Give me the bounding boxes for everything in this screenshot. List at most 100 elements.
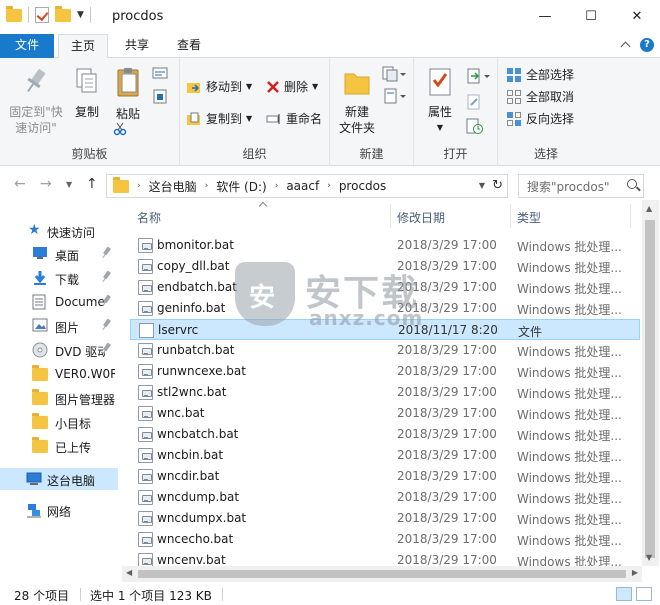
column-name[interactable]: 名称	[137, 209, 161, 226]
up-arrow-icon[interactable]: ↑	[86, 176, 98, 192]
breadcrumb-this-pc[interactable]: 这台电脑	[149, 178, 197, 195]
file-row[interactable]: lservrc 2018/11/17 8:20 文件	[130, 319, 640, 340]
breadcrumb-drive[interactable]: 软件 (D:)	[216, 178, 266, 195]
customize-toolbar-dropdown-icon[interactable]: ▼	[77, 10, 84, 20]
column-type[interactable]: 类型	[517, 209, 541, 226]
pinned-icon[interactable]	[102, 294, 112, 308]
file-date: 2018/3/29 17:00	[397, 511, 497, 525]
nav-item-folder[interactable]: 小目标	[0, 411, 118, 433]
large-icons-view-icon[interactable]	[636, 587, 652, 601]
file-row[interactable]: endbatch.bat 2018/3/29 17:00 Windows 批处理..…	[130, 277, 640, 298]
breadcrumb-separator-icon[interactable]: ›	[205, 181, 209, 191]
nav-item-desktop[interactable]: 桌面	[0, 243, 118, 265]
column-divider[interactable]	[390, 204, 391, 228]
file-row[interactable]: runbatch.bat 2018/3/29 17:00 Windows 批处理..…	[130, 340, 640, 361]
breadcrumb-separator-icon[interactable]: ›	[275, 181, 279, 191]
move-to-button[interactable]: 移动到 ▼	[186, 78, 252, 95]
copy-to-button[interactable]: 复制到 ▼	[186, 110, 252, 127]
file-row[interactable]: wncecho.bat 2018/3/29 17:00 Windows 批处理...	[130, 529, 640, 550]
file-row[interactable]: wncbin.bat 2018/3/29 17:00 Windows 批处理...	[130, 445, 640, 466]
tab-file[interactable]: 文件	[0, 34, 54, 58]
copy-label: 复制	[74, 105, 99, 119]
breadcrumb-separator-icon[interactable]: ›	[327, 181, 331, 191]
file-row[interactable]: wnc.bat 2018/3/29 17:00 Windows 批处理...	[130, 403, 640, 424]
properties-check-icon[interactable]	[35, 7, 49, 23]
recent-locations-dropdown-icon[interactable]: ▼	[66, 180, 72, 189]
back-arrow-icon[interactable]: ←	[14, 176, 26, 192]
nav-item-folder[interactable]: 图片管理器	[0, 387, 118, 409]
address-dropdown-icon[interactable]: ▼	[479, 181, 485, 190]
nav-this-pc[interactable]: 这台电脑	[0, 468, 118, 490]
pinned-icon[interactable]	[102, 342, 112, 356]
edit-icon[interactable]	[466, 94, 482, 110]
breadcrumb-procdos[interactable]: procdos	[339, 179, 386, 193]
paste-shortcut-icon[interactable]	[152, 88, 168, 104]
column-date[interactable]: 修改日期	[397, 209, 445, 226]
file-row[interactable]: runwncexe.bat 2018/3/29 17:00 Windows 批处理.…	[130, 361, 640, 382]
horizontal-scroll-thumb[interactable]	[138, 570, 626, 578]
select-none-button[interactable]: 全部取消	[506, 88, 574, 105]
file-row[interactable]: copy_dll.bat 2018/3/29 17:00 Windows 批处理..…	[130, 256, 640, 277]
forward-arrow-icon[interactable]: →	[40, 176, 52, 192]
help-icon[interactable]: ?	[640, 38, 654, 52]
nav-quick-access[interactable]: ★ 快速访问	[0, 220, 118, 242]
scroll-up-icon[interactable]: ▲	[646, 204, 652, 213]
easy-access-icon[interactable]	[382, 88, 408, 104]
search-input[interactable]: 搜索"procdos"	[518, 174, 644, 198]
copy-path-icon[interactable]	[152, 66, 168, 80]
file-row[interactable]: stl2wnc.bat 2018/3/29 17:00 Windows 批处理...	[130, 382, 640, 403]
tab-view[interactable]: 查看	[164, 34, 214, 58]
scroll-right-icon[interactable]: ▶	[632, 568, 638, 577]
pinned-icon[interactable]	[102, 318, 112, 332]
open-icon[interactable]	[466, 68, 492, 84]
pinned-icon[interactable]	[102, 270, 112, 284]
properties-button[interactable]: 属性 ▼	[420, 66, 460, 136]
file-row[interactable]: bmonitor.bat 2018/3/29 17:00 Windows 批处理..…	[130, 235, 640, 256]
nav-item-documents[interactable]: Documents	[0, 291, 118, 313]
cut-icon[interactable]	[113, 122, 127, 136]
breadcrumb-separator-icon[interactable]: ›	[137, 181, 141, 191]
address-folder-icon	[113, 176, 129, 193]
horizontal-scrollbar[interactable]: ◀ ▶	[122, 566, 642, 582]
nav-item-folder[interactable]: VER0.W0R	[0, 363, 118, 385]
refresh-icon[interactable]: ↻	[492, 178, 503, 193]
vertical-scroll-thumb[interactable]	[645, 220, 655, 558]
nav-item-dvd[interactable]: DVD 驱动器	[0, 339, 118, 361]
file-row[interactable]: wncbatch.bat 2018/3/29 17:00 Windows 批处理..…	[130, 424, 640, 445]
vertical-scrollbar[interactable]: ▲ ▼	[642, 200, 659, 566]
file-row[interactable]: geninfo.bat 2018/3/29 17:00 Windows 批处理...	[130, 298, 640, 319]
history-icon[interactable]	[466, 118, 484, 134]
copy-button[interactable]: 复制	[70, 66, 104, 120]
breadcrumb-aaacf[interactable]: aaacf	[286, 179, 319, 193]
tab-home[interactable]: 主页	[58, 34, 108, 59]
details-view-icon[interactable]	[616, 587, 632, 601]
nav-network[interactable]: 网络	[0, 499, 118, 521]
maximize-button[interactable]: ☐	[568, 0, 614, 32]
close-button[interactable]: ✕	[614, 0, 660, 32]
pinned-icon[interactable]	[102, 246, 112, 260]
column-divider[interactable]	[510, 204, 511, 228]
column-divider[interactable]	[630, 204, 631, 228]
nav-item-downloads[interactable]: 下载	[0, 267, 118, 289]
nav-item-folder[interactable]: 已上传	[0, 435, 118, 457]
nav-item-pictures[interactable]: 图片	[0, 315, 118, 337]
new-folder-button[interactable]: 新建 文件夹	[334, 66, 380, 136]
new-item-icon[interactable]	[382, 66, 408, 82]
scroll-left-icon[interactable]: ◀	[126, 568, 132, 577]
scroll-down-icon[interactable]: ▼	[646, 553, 652, 562]
new-folder-icon[interactable]	[55, 5, 71, 22]
rename-button[interactable]: 重命名	[266, 110, 322, 127]
folder-icon	[32, 437, 48, 453]
minimize-button[interactable]: —	[522, 0, 568, 32]
tab-share[interactable]: 共享	[112, 34, 162, 58]
pin-to-quick-access-button[interactable]: 固定到"快 速访问"	[6, 66, 66, 136]
file-row[interactable]: wncdir.bat 2018/3/29 17:00 Windows 批处理...	[130, 466, 640, 487]
select-all-button[interactable]: 全部选择	[506, 66, 574, 83]
file-row[interactable]: wncdumpx.bat 2018/3/29 17:00 Windows 批处理..…	[130, 508, 640, 529]
address-bar[interactable]: › 这台电脑 › 软件 (D:) › aaacf › procdos ▼ ↻	[106, 174, 508, 198]
collapse-ribbon-icon[interactable]	[620, 39, 632, 51]
paste-button[interactable]: 粘贴	[110, 66, 146, 122]
delete-button[interactable]: 删除 ▼	[266, 78, 318, 95]
file-row[interactable]: wncdump.bat 2018/3/29 17:00 Windows 批处理...	[130, 487, 640, 508]
invert-selection-button[interactable]: 反向选择	[506, 110, 574, 127]
